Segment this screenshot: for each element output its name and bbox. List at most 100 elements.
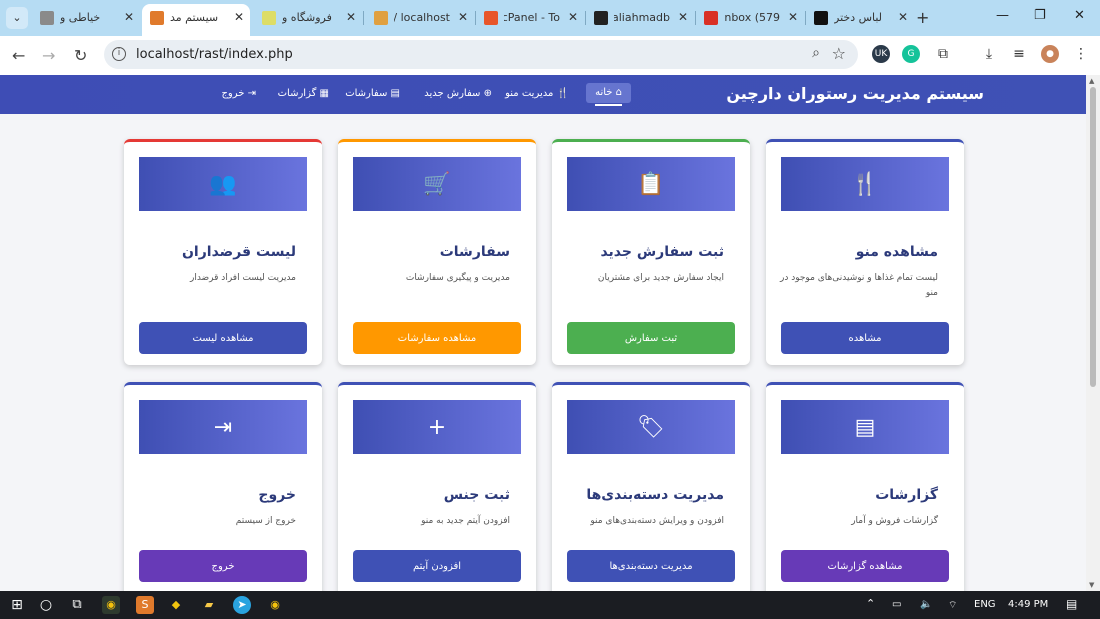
browser-tab[interactable]: لباس دختر ✕ <box>806 4 914 32</box>
browser-tab[interactable]: فروشگاه و ✕ <box>254 4 362 32</box>
card-button[interactable]: مشاهده <box>781 322 949 354</box>
card-button-label: مدیریت دسته‌بندی‌ها <box>609 560 693 572</box>
card-button[interactable]: مدیریت دسته‌بندی‌ها <box>567 550 735 582</box>
card-button[interactable]: ثبت سفارش <box>567 322 735 354</box>
grammarly-icon[interactable]: G <box>902 45 920 63</box>
browser-tab[interactable]: localhost / ✕ <box>366 4 474 32</box>
task-view-icon[interactable]: ⧉ <box>68 596 86 614</box>
card-button[interactable]: مشاهده گزارشات <box>781 550 949 582</box>
nav-item-utensils[interactable]: 🍴 مدیریت منو <box>505 88 569 99</box>
phpmyadmin-icon <box>374 11 388 25</box>
clock[interactable]: 4:49 PM <box>1008 599 1048 610</box>
card-button[interactable]: مشاهده سفارشات <box>353 322 521 354</box>
close-tab-icon[interactable]: ✕ <box>898 10 908 24</box>
close-tab-icon[interactable]: ✕ <box>346 10 356 24</box>
browser-tab[interactable]: Inbox (579 ✕ <box>696 4 804 32</box>
card-banner: 🏷 <box>567 400 735 454</box>
card-title: خروج <box>258 487 296 503</box>
card-description: مدیریت لیست افراد قرضدار <box>189 273 296 283</box>
scroll-down-icon[interactable]: ▼ <box>1089 581 1094 589</box>
tab-search-button[interactable]: ⌄ <box>6 7 28 29</box>
tab-title: Inbox (579 <box>724 11 780 24</box>
card-title: لیست قرضداران <box>181 244 296 260</box>
dashboard-card: 🛒 سفارشات مدیریت و پیگیری سفارشات مشاهده سف… <box>338 139 536 365</box>
restore-button[interactable]: ❐ <box>1034 8 1046 23</box>
scroll-up-icon[interactable]: ▲ <box>1089 77 1094 85</box>
bookmark-star-icon[interactable]: ☆ <box>832 44 846 63</box>
close-window-button[interactable]: ✕ <box>1074 8 1085 23</box>
media-icon[interactable]: ≡ <box>1010 45 1028 63</box>
reload-icon[interactable]: ↻ <box>74 46 87 65</box>
puzzle-icon[interactable]: ⧉ <box>934 45 952 63</box>
browser-tab[interactable]: خیاطی و ✕ <box>32 4 140 32</box>
nav-item-plus-circle[interactable]: ⊕ سفارش جدید <box>424 88 492 99</box>
minimize-button[interactable]: — <box>996 8 1009 23</box>
sublime-icon[interactable]: S <box>136 596 154 614</box>
windows-start-icon[interactable]: ⊞ <box>8 596 26 614</box>
close-tab-icon[interactable]: ✕ <box>678 10 688 24</box>
card-button-label: مشاهده لیست <box>192 332 254 344</box>
avatar[interactable]: ● <box>1041 45 1059 63</box>
nav-item-clipboard[interactable]: ▤ سفارشات <box>345 88 400 99</box>
close-tab-icon[interactable]: ✕ <box>788 10 798 24</box>
chrome-icon[interactable]: ◉ <box>102 596 120 614</box>
close-tab-icon[interactable]: ✕ <box>124 10 134 24</box>
extension-icon[interactable]: UK <box>872 45 890 63</box>
card-title: مدیریت دسته‌بندی‌ها <box>586 487 724 503</box>
dashboard-content: 🍴 مشاهده منو لیست تمام غذاها و نوشیدنی‌های… <box>0 114 1086 591</box>
app-navbar: سیستم مدیریت رستوران دارچین ⌂ خانه 🍴 مدیر… <box>0 75 1086 114</box>
tray-chevron-icon[interactable]: ⌃ <box>866 597 875 610</box>
card-button[interactable]: خروج <box>139 550 307 582</box>
browser-tab[interactable]: سیستم مد ✕ <box>142 4 250 36</box>
new-tab-button[interactable]: + <box>916 8 929 27</box>
site-info-icon[interactable]: i <box>112 47 126 61</box>
home-icon: ⌂ <box>615 87 622 98</box>
browser-tab[interactable]: cPanel - To ✕ <box>476 4 584 32</box>
browser-tab[interactable]: aliahmadb ✕ <box>586 4 694 32</box>
clipboard-icon: ▤ <box>390 88 400 99</box>
card-description: افزودن و ویرایش دسته‌بندی‌های منو <box>590 516 724 526</box>
language-indicator[interactable]: ENG <box>974 599 996 610</box>
card-description: لیست تمام غذاها و نوشیدنی‌های موجود در م… <box>780 273 938 298</box>
url-text[interactable]: localhost/rast/index.php <box>136 47 293 62</box>
nav-item-home[interactable]: ⌂ خانه <box>586 83 631 106</box>
telegram-icon[interactable]: ➤ <box>233 596 251 614</box>
card-button-label: خروج <box>211 560 235 572</box>
git-icon[interactable]: ◆ <box>167 596 185 614</box>
dashboard-card: 👥 لیست قرضداران مدیریت لیست افراد قرضدار مش… <box>124 139 322 365</box>
nav-item-chart[interactable]: ▦ گزارشات <box>278 88 329 99</box>
back-arrow-icon[interactable]: ← <box>12 46 25 65</box>
download-icon[interactable]: ⤓ <box>980 45 998 63</box>
volume-icon[interactable]: 🔈 <box>920 599 932 610</box>
card-button[interactable]: افزودن آیتم <box>353 550 521 582</box>
signout-icon: ⇥ <box>213 414 233 440</box>
close-tab-icon[interactable]: ✕ <box>458 10 468 24</box>
notification-icon[interactable]: ▤ <box>1066 597 1077 611</box>
dashboard-card: 🍴 مشاهده منو لیست تمام غذاها و نوشیدنی‌های… <box>766 139 964 365</box>
dashboard-card: 📋 ثبت سفارش جدید ایجاد سفارش جدید برای مشت… <box>552 139 750 365</box>
gmail-icon <box>704 11 718 25</box>
address-bar[interactable]: i localhost/rast/index.php ⌕ ☆ <box>104 40 858 69</box>
close-tab-icon[interactable]: ✕ <box>568 10 578 24</box>
menu-icon[interactable]: ⋮ <box>1072 45 1090 63</box>
forward-arrow-icon[interactable]: → <box>42 46 55 65</box>
card-title: گزارشات <box>875 487 938 503</box>
folder-icon[interactable]: ▰ <box>200 596 218 614</box>
card-button[interactable]: مشاهده لیست <box>139 322 307 354</box>
wifi-icon[interactable]: ⌔ <box>948 599 957 612</box>
card-description: ایجاد سفارش جدید برای مشتریان <box>597 273 724 283</box>
tab-title: خیاطی و <box>60 11 101 24</box>
scrollbar-thumb[interactable] <box>1090 87 1096 387</box>
page-scrollbar[interactable]: ▲ ▼ <box>1086 75 1100 591</box>
threads-icon <box>814 11 828 25</box>
close-tab-icon[interactable]: ✕ <box>234 10 244 24</box>
tags-icon: 🏷 <box>637 414 665 440</box>
zoom-icon[interactable]: ⌕ <box>812 45 820 61</box>
plus-circle-icon: ⊕ <box>483 88 492 99</box>
chrome-profile-icon[interactable]: ◉ <box>266 596 284 614</box>
dashboard-card: ▤ گزارشات گزارشات فروش و آمار مشاهده گزارشا… <box>766 382 964 591</box>
nav-item-signout[interactable]: ⇥ خروج <box>221 88 256 99</box>
card-button-label: مشاهده گزارشات <box>827 560 903 572</box>
battery-icon[interactable]: ▭ <box>892 599 901 610</box>
search-icon[interactable]: ○ <box>37 596 55 614</box>
